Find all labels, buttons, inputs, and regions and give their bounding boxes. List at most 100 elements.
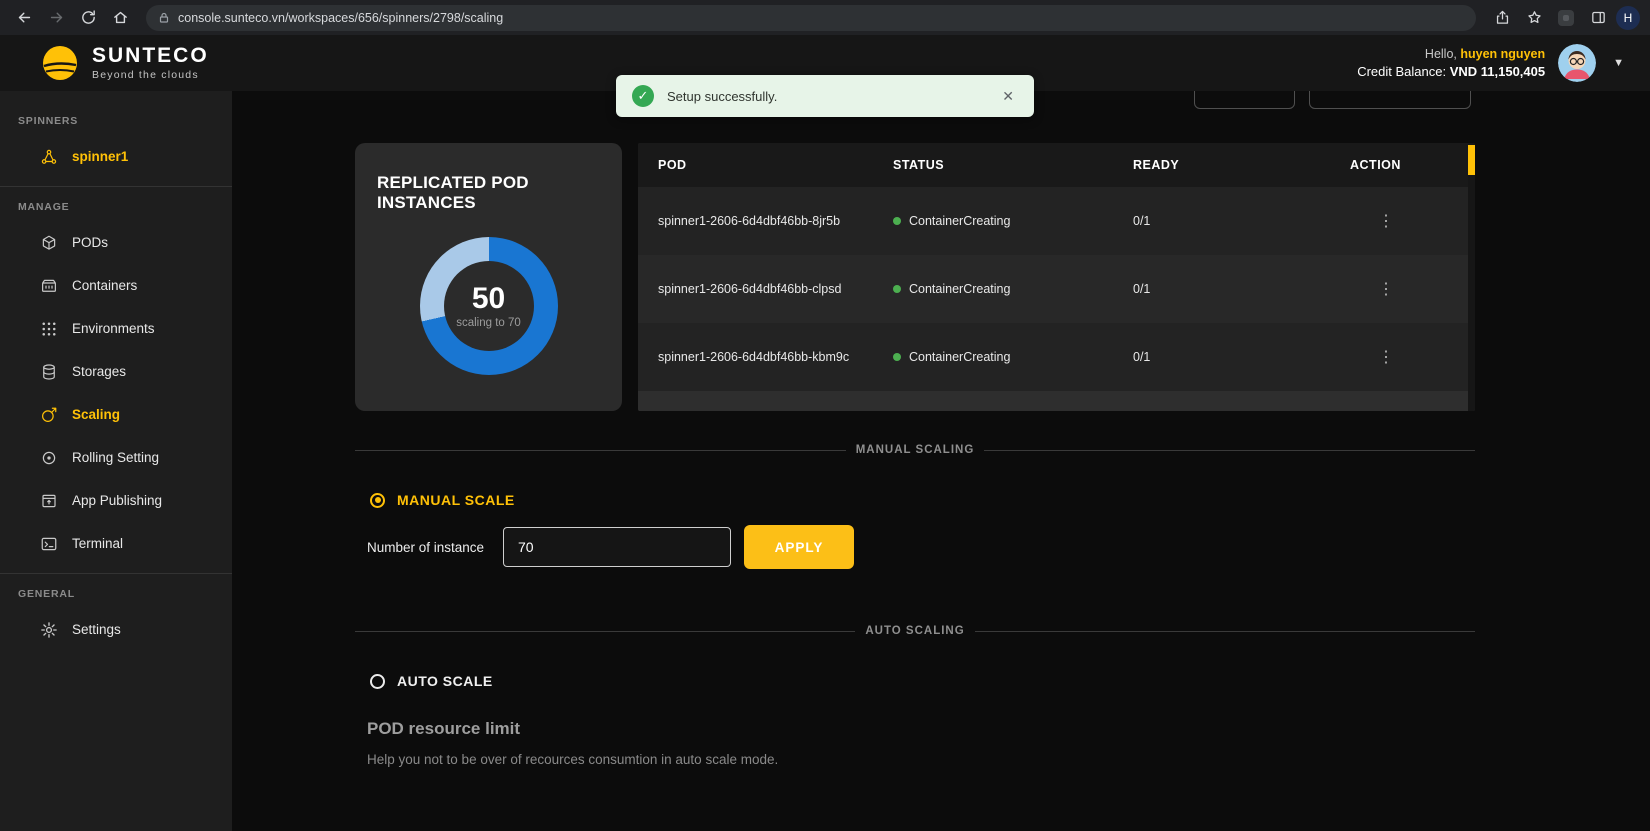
user-avatar[interactable]: [1558, 44, 1596, 82]
sidebar-item-environments[interactable]: Environments: [0, 307, 232, 350]
table-footer: [638, 391, 1475, 411]
rolling-setting-icon: [40, 449, 58, 467]
terminal-icon: [40, 535, 58, 553]
sidebar-item-pods[interactable]: PODs: [0, 221, 232, 264]
sidebar-item-label: App Publishing: [72, 493, 162, 508]
spinner-icon: [40, 148, 58, 166]
pod-name: spinner1-2606-6d4dbf46bb-clpsd: [658, 282, 893, 296]
toast-close-icon[interactable]: ✕: [998, 84, 1018, 109]
pod-ready: 0/1: [1133, 350, 1350, 364]
sidebar-item-label: Terminal: [72, 536, 123, 551]
sidebar-item-storages[interactable]: Storages: [0, 350, 232, 393]
containers-icon: [40, 277, 58, 295]
sidebar-item-settings[interactable]: Settings: [0, 608, 232, 651]
sidebar-item-terminal[interactable]: Terminal: [0, 522, 232, 565]
share-icon[interactable]: [1488, 4, 1516, 32]
back-icon[interactable]: [10, 4, 38, 32]
pod-resource-limit-help: Help you not to be over of recources con…: [367, 752, 1475, 767]
top-action-button-1[interactable]: [1194, 91, 1295, 109]
pod-ready: 0/1: [1133, 214, 1350, 228]
sidebar-item-scaling[interactable]: Scaling: [0, 393, 232, 436]
credit-label: Credit Balance:: [1357, 64, 1446, 79]
top-action-button-2[interactable]: [1309, 91, 1471, 109]
url-bar[interactable]: console.sunteco.vn/workspaces/656/spinne…: [146, 5, 1476, 31]
manual-scale-form: Number of instance APPLY: [355, 525, 1475, 569]
sunteco-logo-icon: [40, 43, 80, 83]
app-header: SUNTECO Beyond the clouds ✓ Setup succes…: [0, 35, 1650, 91]
toast-message: Setup successfully.: [667, 89, 777, 104]
environments-icon: [40, 320, 58, 338]
chevron-down-icon[interactable]: ▼: [1609, 53, 1628, 73]
sidebar-item-app-publishing[interactable]: App Publishing: [0, 479, 232, 522]
scaling-target: scaling to 70: [456, 317, 521, 329]
forward-icon[interactable]: [42, 4, 70, 32]
home-icon[interactable]: [106, 4, 134, 32]
success-check-icon: ✓: [632, 85, 654, 107]
radio-unchecked-icon[interactable]: [370, 674, 385, 689]
sidebar: SPINNERS spinner1 MANAGE PODs Containers…: [0, 91, 232, 831]
sidebar-item-rolling-setting[interactable]: Rolling Setting: [0, 436, 232, 479]
pod-status: ContainerCreating: [893, 214, 1133, 228]
sidebar-section-manage: MANAGE: [0, 201, 232, 213]
auto-scaling-divider: AUTO SCALING: [355, 625, 1475, 637]
star-icon[interactable]: [1520, 4, 1548, 32]
column-header-ready: READY: [1133, 158, 1350, 172]
divider-label: MANUAL SCALING: [856, 444, 975, 456]
status-label: ContainerCreating: [909, 282, 1010, 296]
row-menu-icon[interactable]: ⋮: [1350, 349, 1394, 366]
side-panel-icon[interactable]: [1584, 4, 1612, 32]
column-header-pod: POD: [658, 158, 893, 172]
scrollbar-thumb[interactable]: [1468, 145, 1475, 175]
table-row: spinner1-2606-6d4dbf46bb-8jr5b Container…: [638, 187, 1475, 255]
radio-checked-icon[interactable]: [370, 493, 385, 508]
table-scrollbar[interactable]: [1468, 143, 1475, 411]
apply-button[interactable]: APPLY: [744, 525, 854, 569]
toast-notification: ✓ Setup successfully. ✕: [616, 75, 1034, 117]
auto-scale-radio[interactable]: AUTO SCALE: [355, 673, 1475, 689]
sidebar-item-label: spinner1: [72, 149, 128, 164]
pod-donut: 50 scaling to 70: [420, 237, 558, 375]
sidebar-item-label: Storages: [72, 364, 126, 379]
sidebar-item-label: Rolling Setting: [72, 450, 159, 465]
sidebar-divider: [0, 573, 232, 574]
pod-count: 50: [472, 284, 505, 314]
username: huyen nguyen: [1460, 47, 1545, 61]
sidebar-section-general: GENERAL: [0, 588, 232, 600]
table-row: spinner1-2606-6d4dbf46bb-clpsd Container…: [638, 255, 1475, 323]
row-menu-icon[interactable]: ⋮: [1350, 281, 1394, 298]
browser-profile-avatar[interactable]: H: [1616, 6, 1640, 30]
pod-resource-limit-title: POD resource limit: [367, 719, 1475, 739]
main-content: REPLICATED POD INSTANCES 50 scaling to 7…: [232, 91, 1650, 831]
pod-status: ContainerCreating: [893, 350, 1133, 364]
manual-scaling-divider: MANUAL SCALING: [355, 444, 1475, 456]
instance-count-label: Number of instance: [367, 540, 503, 555]
credit-value: VND 11,150,405: [1450, 64, 1545, 79]
table-row: spinner1-2606-6d4dbf46bb-kbm9c Container…: [638, 323, 1475, 391]
lock-icon: [158, 12, 170, 24]
extension-icon[interactable]: [1552, 4, 1580, 32]
instance-count-input[interactable]: [503, 527, 731, 567]
row-menu-icon[interactable]: ⋮: [1350, 213, 1394, 230]
pod-table: POD STATUS READY ACTION spinner1-2606-6d…: [638, 143, 1475, 411]
sidebar-item-spinner1[interactable]: spinner1: [0, 135, 232, 178]
pod-name: spinner1-2606-6d4dbf46bb-kbm9c: [658, 350, 893, 364]
manual-scale-label: MANUAL SCALE: [397, 492, 515, 508]
replicated-pod-card: REPLICATED POD INSTANCES 50 scaling to 7…: [355, 143, 622, 411]
sidebar-item-label: Containers: [72, 278, 137, 293]
storages-icon: [40, 363, 58, 381]
sidebar-item-containers[interactable]: Containers: [0, 264, 232, 307]
account-summary: Hello, huyen nguyen Credit Balance: VND …: [1357, 47, 1545, 79]
manual-scale-radio[interactable]: MANUAL SCALE: [355, 492, 1475, 508]
card-title: REPLICATED POD INSTANCES: [377, 173, 600, 213]
refresh-icon[interactable]: [74, 4, 102, 32]
auto-scale-label: AUTO SCALE: [397, 673, 493, 689]
brand-name: SUNTECO: [92, 45, 209, 66]
sunteco-logo[interactable]: SUNTECO Beyond the clouds: [40, 43, 209, 83]
status-dot: [893, 353, 901, 361]
sidebar-section-spinners: SPINNERS: [0, 115, 232, 127]
settings-icon: [40, 621, 58, 639]
brand-tagline: Beyond the clouds: [92, 69, 209, 81]
app-publishing-icon: [40, 492, 58, 510]
pod-ready: 0/1: [1133, 282, 1350, 296]
browser-chrome: console.sunteco.vn/workspaces/656/spinne…: [0, 0, 1650, 35]
